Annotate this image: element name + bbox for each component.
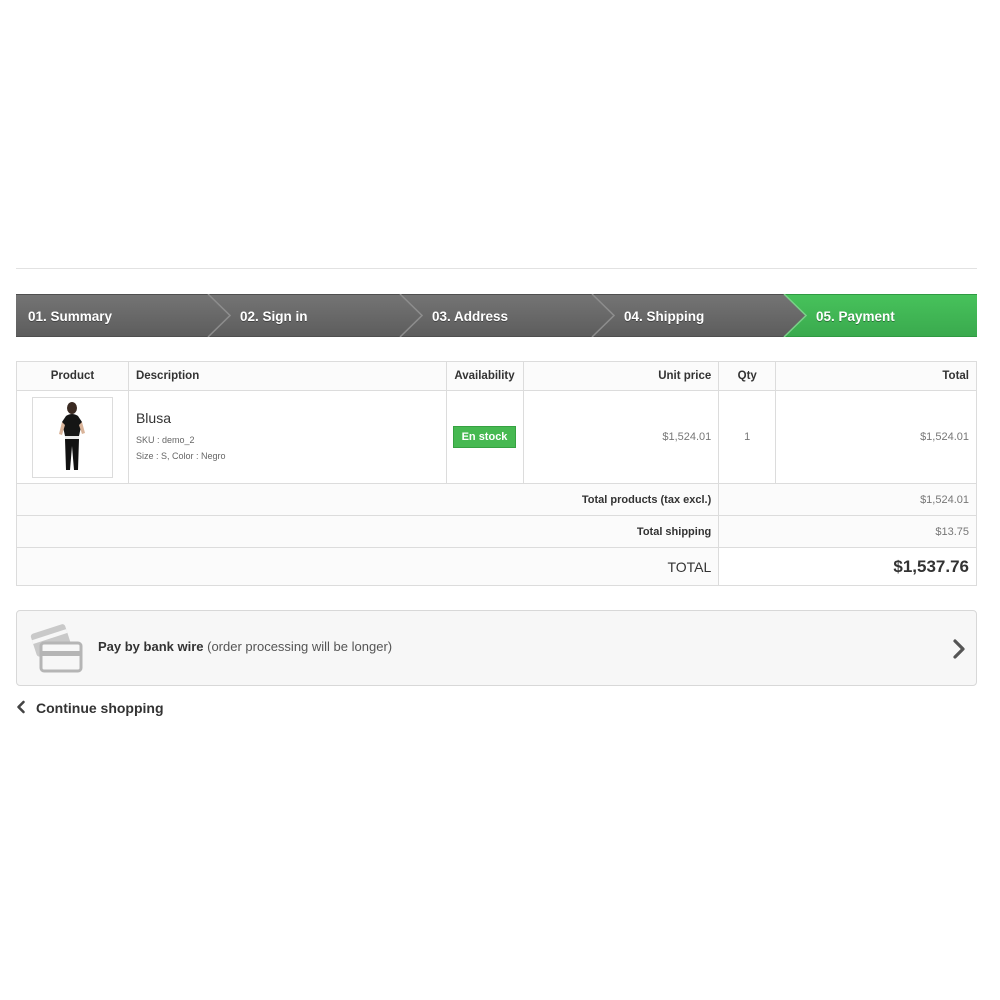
step-label: 03. Address — [432, 309, 509, 324]
product-image[interactable] — [31, 396, 113, 478]
header-unit-price: Unit price — [522, 361, 720, 391]
step-summary[interactable]: 01. Summary — [16, 294, 230, 337]
product-attributes: Size : S, Color : Negro — [135, 451, 226, 461]
step-separator-icon — [591, 294, 615, 337]
step-label: 04. Shipping — [624, 309, 705, 324]
payment-method-text: Pay by bank wire (order processing will … — [98, 639, 392, 654]
total-shipping-row: Total shipping $13.75 — [15, 515, 977, 548]
chevron-right-icon — [953, 639, 965, 659]
qty-cell: 1 — [718, 390, 777, 484]
step-label: 02. Sign in — [240, 309, 308, 324]
unit-price-cell: $1,524.01 — [522, 390, 720, 484]
availability-cell: En stock — [445, 390, 524, 484]
step-address[interactable]: 03. Address — [400, 294, 614, 337]
continue-shopping-link[interactable]: Continue shopping — [16, 700, 164, 716]
total-products-value: $1,524.01 — [718, 483, 977, 516]
payment-option-bank-wire[interactable]: Pay by bank wire (order processing will … — [16, 610, 977, 686]
step-payment[interactable]: 05. Payment — [784, 294, 977, 337]
chevron-left-icon — [17, 700, 25, 714]
checkout-steps: 01. Summary 02. Sign in 03. Address 04. … — [16, 294, 977, 337]
step-separator-icon — [207, 294, 231, 337]
total-shipping-value: $13.75 — [718, 515, 977, 548]
table-row: Blusa SKU : demo_2 Size : S, Color : Neg… — [16, 390, 977, 484]
step-label: 05. Payment — [816, 309, 895, 324]
top-divider — [16, 268, 977, 269]
grand-total-row: TOTAL $1,537.76 — [15, 547, 977, 586]
bank-card-icon — [30, 624, 83, 673]
continue-shopping-label: Continue shopping — [36, 700, 164, 716]
step-shipping[interactable]: 04. Shipping — [592, 294, 806, 337]
product-description-cell: Blusa SKU : demo_2 Size : S, Color : Neg… — [127, 390, 447, 484]
header-availability: Availability — [445, 361, 524, 391]
total-shipping-label: Total shipping — [15, 515, 720, 548]
stock-badge: En stock — [452, 426, 517, 448]
line-total-cell: $1,524.01 — [775, 390, 977, 484]
product-image-cell — [16, 390, 129, 484]
step-label: 01. Summary — [28, 309, 113, 324]
step-sign-in[interactable]: 02. Sign in — [208, 294, 422, 337]
step-separator-icon — [399, 294, 423, 337]
product-sku: SKU : demo_2 — [135, 435, 195, 445]
table-header-row: Product Description Availability Unit pr… — [16, 361, 977, 391]
step-separator-icon — [783, 294, 807, 337]
grand-total-label: TOTAL — [15, 547, 720, 586]
total-products-row: Total products (tax excl.) $1,524.01 — [15, 483, 977, 516]
product-photo-icon — [58, 401, 85, 470]
payment-method-note: (order processing will be longer) — [207, 639, 393, 654]
payment-method-label: Pay by bank wire — [98, 639, 204, 654]
header-qty: Qty — [718, 361, 777, 391]
grand-total-value: $1,537.76 — [718, 547, 977, 586]
cart-summary-table: Product Description Availability Unit pr… — [15, 361, 977, 586]
header-product: Product — [16, 361, 129, 391]
header-description: Description — [127, 361, 447, 391]
header-total: Total — [775, 361, 977, 391]
product-name[interactable]: Blusa — [136, 410, 445, 426]
total-products-label: Total products (tax excl.) — [15, 483, 720, 516]
